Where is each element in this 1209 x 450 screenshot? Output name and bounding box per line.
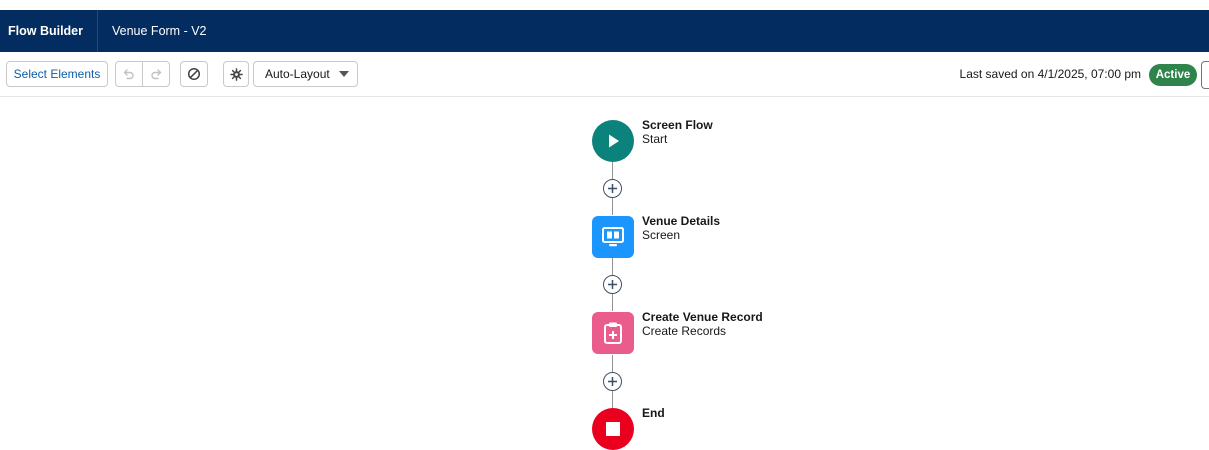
start-node[interactable] [592, 120, 634, 162]
node-title: Create Venue Record [642, 310, 763, 324]
node-subtitle: Start [642, 132, 668, 146]
end-node-label: End [642, 406, 665, 420]
start-node-label: Screen Flow Start [642, 118, 713, 146]
end-node[interactable] [592, 408, 634, 450]
play-icon [609, 134, 619, 148]
add-element-button[interactable] [603, 179, 622, 198]
ban-icon [187, 67, 201, 81]
undo-redo-group [115, 61, 170, 87]
overflow-button[interactable] [1201, 61, 1209, 89]
status-badge: Active [1149, 64, 1197, 86]
node-title: End [642, 406, 665, 420]
app-name[interactable]: Flow Builder [0, 10, 97, 52]
node-title: Screen Flow [642, 118, 713, 132]
last-saved-text: Last saved on 4/1/2025, 07:00 pm [959, 67, 1141, 81]
redo-icon [151, 69, 162, 80]
settings-button[interactable] [223, 61, 249, 87]
node-subtitle: Create Records [642, 324, 727, 338]
redo-button[interactable] [142, 62, 169, 86]
undo-button[interactable] [116, 62, 142, 86]
monitor-icon [602, 227, 624, 247]
plus-icon [608, 280, 617, 289]
add-element-button[interactable] [603, 372, 622, 391]
node-subtitle: Screen [642, 228, 681, 242]
select-elements-button[interactable]: Select Elements [6, 61, 108, 87]
gear-icon [229, 67, 243, 81]
flow-name: Venue Form - V2 [112, 24, 207, 38]
clipboard-plus-icon [604, 322, 622, 344]
node-title: Venue Details [642, 214, 721, 228]
plus-icon [608, 184, 617, 193]
add-element-button[interactable] [603, 275, 622, 294]
layout-mode-label: Auto-Layout [265, 67, 330, 81]
flow-canvas[interactable]: Screen Flow Start Venue Details Screen C… [0, 98, 1209, 450]
app-header: Flow Builder Venue Form - V2 [0, 10, 1209, 52]
plus-icon [608, 377, 617, 386]
toolbar: Select Elements Auto-Layout Last saved o… [0, 52, 1209, 97]
stop-icon [606, 422, 620, 436]
create-records-node[interactable] [592, 312, 634, 354]
layout-mode-select[interactable]: Auto-Layout [253, 61, 358, 87]
create-records-node-label: Create Venue Record Create Records [642, 310, 763, 338]
deactivate-button[interactable] [180, 61, 208, 87]
chevron-down-icon [339, 71, 349, 77]
screen-node[interactable] [592, 216, 634, 258]
undo-icon [123, 69, 134, 80]
screen-node-label: Venue Details Screen [642, 214, 720, 242]
